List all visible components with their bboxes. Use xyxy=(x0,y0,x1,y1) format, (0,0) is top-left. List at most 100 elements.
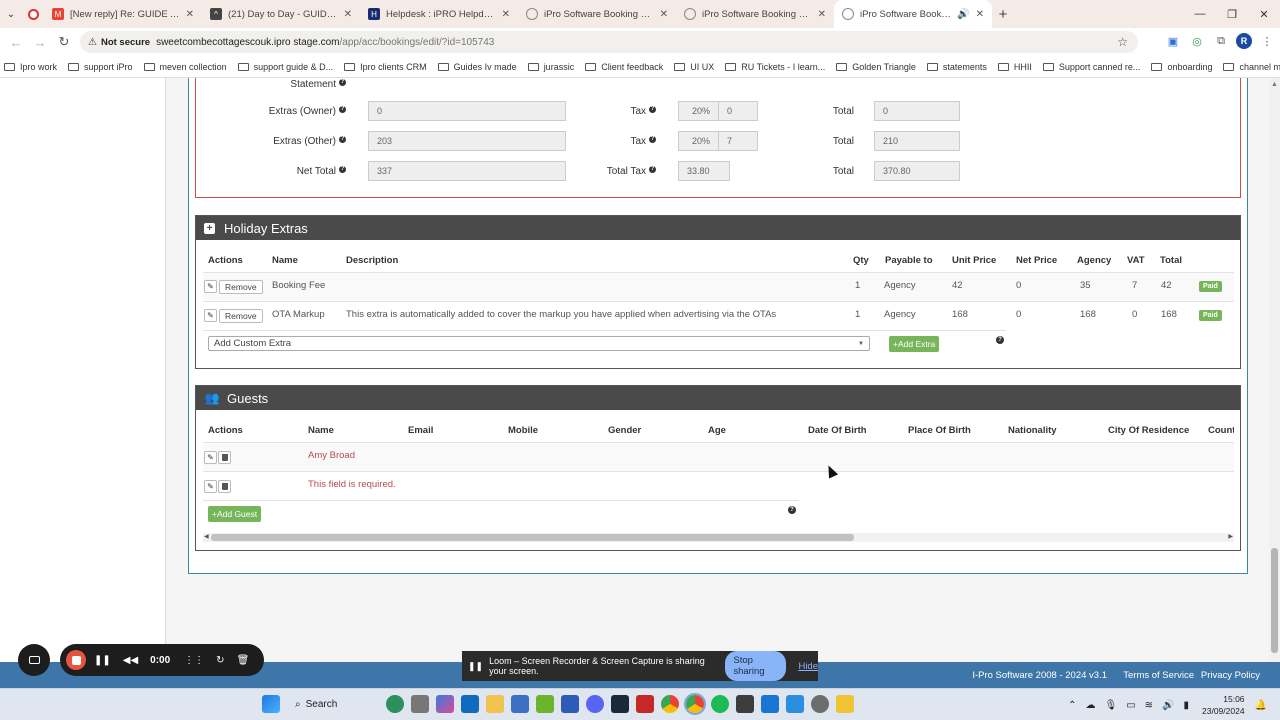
close-tab-icon[interactable]: ✕ xyxy=(186,9,194,20)
app-icon[interactable] xyxy=(836,695,854,713)
tab-ipro-active[interactable]: iPro Software Booking Mana 🔊 ✕ xyxy=(834,0,992,28)
tax-value-input[interactable]: 7 xyxy=(718,131,758,151)
bookmark-item[interactable]: jurassic xyxy=(527,62,574,72)
add-guest-button[interactable]: +Add Guest xyxy=(208,506,262,522)
tab-gmail[interactable]: M [New reply] Re: GUIDE Amendm ✕ xyxy=(44,0,202,28)
monitor-icon[interactable]: ▭ xyxy=(1126,700,1135,711)
windows-start-icon[interactable] xyxy=(262,695,280,713)
nvidia-icon[interactable] xyxy=(536,695,554,713)
bookmark-item[interactable]: statements xyxy=(926,62,987,72)
steam-icon[interactable] xyxy=(611,695,629,713)
close-tab-icon[interactable]: ✕ xyxy=(818,9,826,20)
stop-recording-button[interactable] xyxy=(66,650,86,670)
omnibox[interactable]: ⚠ Not secure sweetcombecottagescouk.ipro… xyxy=(80,31,1138,53)
scroll-left-icon[interactable]: ◀ xyxy=(204,533,209,540)
add-extra-button[interactable]: +Add Extra xyxy=(889,336,940,352)
horizontal-scrollbar[interactable]: ◀ ▶ xyxy=(203,533,1234,542)
delete-icon[interactable] xyxy=(218,480,231,493)
total-tax-input[interactable]: 33.80 xyxy=(678,161,730,181)
edit-icon[interactable]: ✎ xyxy=(204,309,217,322)
widgets-icon[interactable] xyxy=(386,695,404,713)
scroll-right-icon[interactable]: ▶ xyxy=(1228,533,1233,540)
close-tab-icon[interactable]: ✕ xyxy=(976,9,984,20)
store-icon[interactable] xyxy=(511,695,529,713)
menu-kebab-icon[interactable]: ⋮ xyxy=(1258,32,1276,50)
chevron-up-icon[interactable]: ⌃ xyxy=(1068,700,1076,711)
total-input[interactable]: 210 xyxy=(874,131,960,151)
holiday-extras-header[interactable]: + Holiday Extras xyxy=(196,216,1240,240)
tab-helpdesk[interactable]: H Helpdesk : iPRO Helpdesk ✕ xyxy=(360,0,518,28)
snipping-icon[interactable] xyxy=(761,695,779,713)
notepad-icon[interactable] xyxy=(786,695,804,713)
security-indicator[interactable]: Not secure xyxy=(101,37,150,48)
task-view-icon[interactable] xyxy=(411,695,429,713)
file-explorer-icon[interactable] xyxy=(486,695,504,713)
tab-day-to-day[interactable]: ^ (21) Day to Day - GUIDE Amend ✕ xyxy=(202,0,360,28)
outlook-icon[interactable] xyxy=(461,695,479,713)
onedrive-icon[interactable]: ☁ xyxy=(1085,700,1095,711)
restore-icon[interactable]: ❐ xyxy=(1216,0,1248,28)
close-tab-icon[interactable]: ✕ xyxy=(344,9,352,20)
edit-icon[interactable]: ✎ xyxy=(204,480,217,493)
help-icon[interactable]: ? xyxy=(649,136,656,143)
speaker-icon[interactable]: 🔊 xyxy=(957,9,969,20)
tab-ipro-1[interactable]: iPro Software Booking Manage ✕ xyxy=(518,0,676,28)
tab-ipro-2[interactable]: iPro Software Booking Manage ✕ xyxy=(676,0,834,28)
rewind-icon[interactable]: ◀◀ xyxy=(123,655,138,666)
grand-total-input[interactable]: 370.80 xyxy=(874,161,960,181)
tax-value-input[interactable]: 0 xyxy=(718,101,758,121)
close-window-icon[interactable]: ✕ xyxy=(1248,0,1280,28)
remove-button[interactable]: Remove xyxy=(219,309,263,323)
bookmark-item[interactable]: Ipro work xyxy=(4,62,57,72)
bookmark-item[interactable]: Golden Triangle xyxy=(836,62,916,72)
guests-header[interactable]: 👥 Guests xyxy=(196,386,1240,410)
bookmark-item[interactable]: meven collection xyxy=(143,62,227,72)
minimize-icon[interactable]: — xyxy=(1184,0,1216,28)
clock[interactable]: 15:06 23/09/2024 xyxy=(1202,693,1245,717)
extensions-puzzle-icon[interactable]: ⧉ xyxy=(1212,32,1230,50)
extras-other-input[interactable]: 203 xyxy=(368,131,566,151)
guest-name[interactable]: Amy Broad xyxy=(308,450,355,461)
chrome-profile-icon[interactable] xyxy=(684,693,706,715)
bookmark-item[interactable]: Ipro clients CRM xyxy=(344,62,427,72)
total-input[interactable]: 0 xyxy=(874,101,960,121)
hide-button[interactable]: Hide xyxy=(798,661,818,672)
help-icon[interactable]: ? xyxy=(339,79,346,86)
vertical-scrollbar[interactable]: ▲ xyxy=(1269,78,1280,662)
edit-icon[interactable]: ✎ xyxy=(204,451,217,464)
recording-tab[interactable] xyxy=(22,0,44,28)
help-icon[interactable]: ? xyxy=(339,136,346,143)
remove-button[interactable]: Remove xyxy=(219,280,263,294)
scroll-thumb[interactable] xyxy=(211,534,854,541)
tab-search-chevron-icon[interactable]: ⌄ xyxy=(0,0,22,28)
help-icon[interactable]: ? xyxy=(339,106,346,113)
extension-icon[interactable]: ◎ xyxy=(1188,32,1206,50)
bookmark-item[interactable]: Client feedback xyxy=(585,62,663,72)
calculator-icon[interactable] xyxy=(736,695,754,713)
word-icon[interactable] xyxy=(561,695,579,713)
app-icon[interactable] xyxy=(636,695,654,713)
bookmark-item[interactable]: Guides Iv made xyxy=(437,62,517,72)
discord-icon[interactable] xyxy=(586,695,604,713)
copilot-icon[interactable] xyxy=(436,695,454,713)
privacy-link[interactable]: Privacy Policy xyxy=(1201,670,1260,681)
trash-icon[interactable]: 🗑 xyxy=(237,655,250,666)
camera-icon[interactable] xyxy=(18,644,50,676)
bookmark-item[interactable]: Support canned re... xyxy=(1042,62,1140,72)
bookmark-item[interactable]: support guide & D... xyxy=(237,62,333,72)
help-icon[interactable]: ? xyxy=(649,106,656,113)
close-tab-icon[interactable]: ✕ xyxy=(660,9,668,20)
pause-icon[interactable]: ❚❚ xyxy=(94,655,111,666)
scroll-up-icon[interactable]: ▲ xyxy=(1271,81,1278,88)
help-icon[interactable]: ? xyxy=(996,336,1004,344)
notification-icon[interactable]: 🔔 xyxy=(1255,700,1267,711)
battery-icon[interactable]: ▮ xyxy=(1183,700,1189,711)
help-icon[interactable]: ? xyxy=(649,166,656,173)
stop-sharing-button[interactable]: Stop sharing xyxy=(725,651,787,681)
bookmark-item[interactable]: onboarding xyxy=(1151,62,1212,72)
profile-avatar[interactable]: R xyxy=(1236,33,1252,49)
taskbar-search[interactable]: ⌕ Search xyxy=(287,699,379,710)
restart-icon[interactable]: ↻ xyxy=(216,655,224,666)
bookmark-item[interactable]: support iPro xyxy=(68,62,133,72)
drag-handle-icon[interactable]: ❚❚ xyxy=(468,661,483,672)
